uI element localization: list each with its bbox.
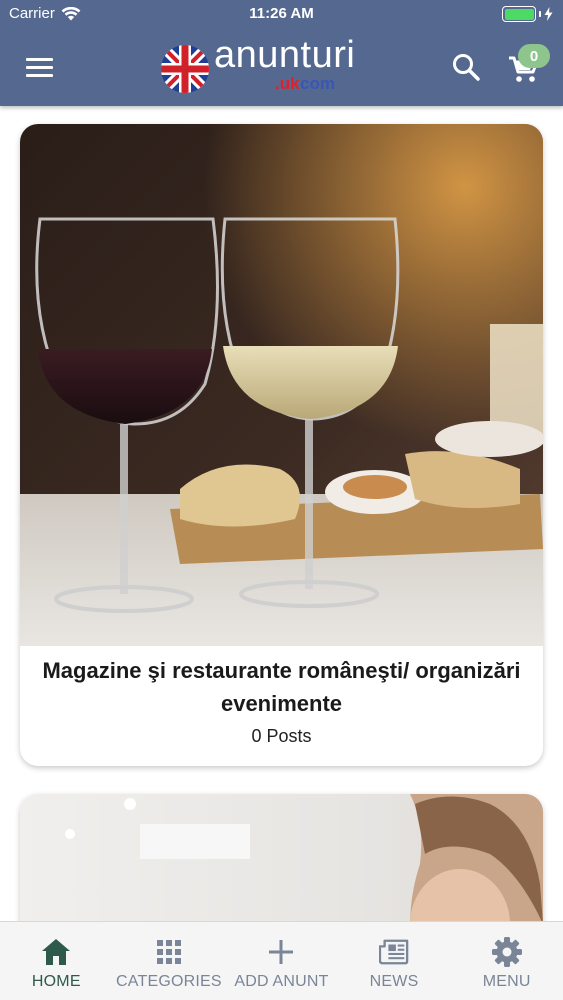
tab-menu[interactable]: MENU [450,922,563,1000]
hamburger-line [26,57,53,61]
tab-add-anunt[interactable]: ADD ANUNT [225,922,338,1000]
tab-menu-label: MENU [482,973,531,990]
plus-icon [269,940,294,964]
category-card[interactable]: Magazine şi restaurante româneşti/ organ… [20,124,543,766]
uk-flag-icon [161,45,209,93]
bottom-tab-bar: HOME CATEGORIES ADD ANUNT NEWS MENU [0,921,563,1000]
cart-count-badge: 0 [518,44,550,68]
search-button[interactable] [451,52,481,82]
tab-home[interactable]: HOME [0,922,113,1000]
gear-icon [491,937,522,967]
tab-categories-label: CATEGORIES [116,973,222,990]
logo-wordmark: anunturi [214,34,356,76]
status-bar: Carrier 11:26 AM [0,0,563,28]
category-post-count: 0 Posts [251,726,312,746]
search-icon [453,54,480,81]
category-title: Magazine şi restaurante româneşti/ organ… [42,658,521,716]
tab-news[interactable]: NEWS [338,922,451,1000]
charging-icon [544,7,553,21]
newspaper-icon [379,939,409,965]
category-image [20,124,543,646]
tab-home-label: HOME [31,973,81,990]
logo-domain-red: .uk [275,74,300,93]
app-screen: Carrier 11:26 AM anunturi .uk com 0 Maga… [0,0,563,1000]
hamburger-menu-button[interactable] [26,50,60,84]
hamburger-line [26,65,53,69]
status-time: 11:26 AM [249,5,314,22]
tab-news-label: NEWS [369,973,419,990]
logo-domain-blue: com [300,74,335,93]
category-image [20,794,543,922]
grid-icon [156,940,181,964]
hamburger-line [26,73,53,77]
battery-icon [502,6,553,22]
tab-categories[interactable]: CATEGORIES [113,922,226,1000]
category-feed: Magazine şi restaurante româneşti/ organ… [0,106,563,922]
category-card[interactable] [20,794,543,922]
home-icon [42,939,71,965]
top-bar: Carrier 11:26 AM anunturi .uk com 0 [0,0,563,106]
app-header: anunturi .uk com 0 [0,28,563,106]
tab-add-anunt-label: ADD ANUNT [234,973,329,990]
app-logo[interactable]: anunturi .uk com [160,34,375,100]
